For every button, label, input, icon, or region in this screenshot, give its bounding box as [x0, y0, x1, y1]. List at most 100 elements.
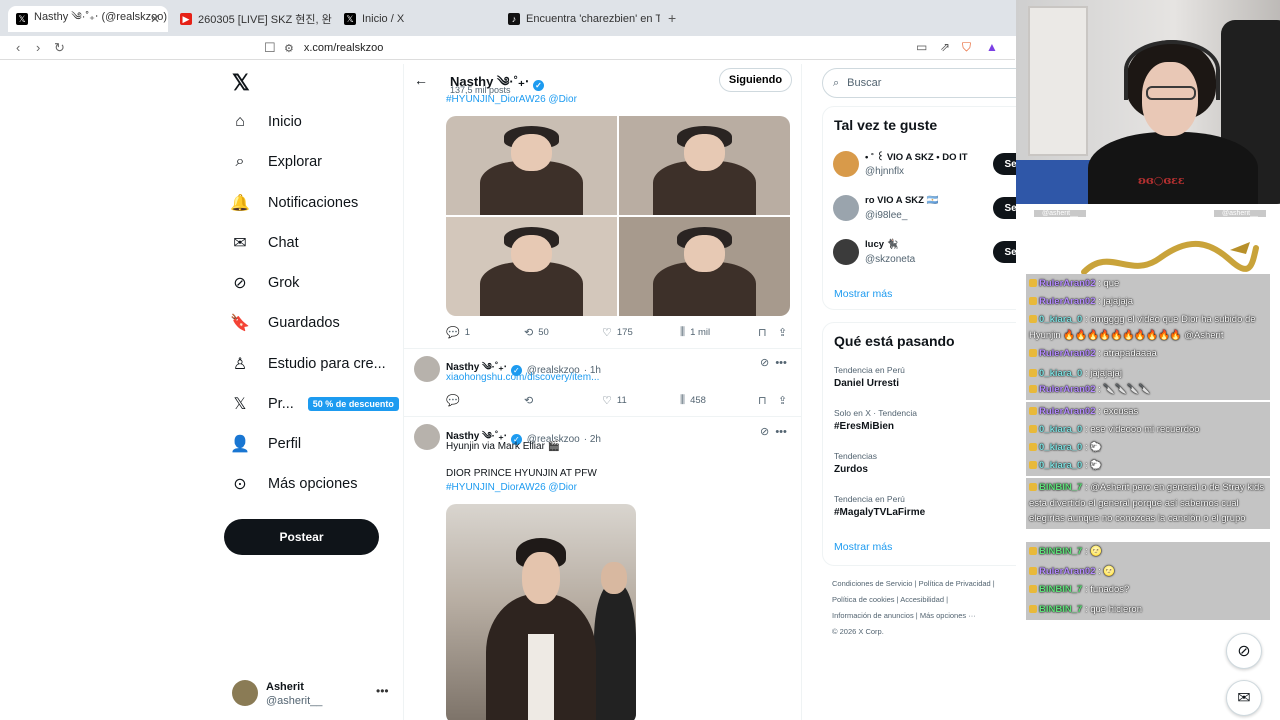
- trend-item[interactable]: Solo en X · Tendencia #EresMiBien: [834, 408, 1014, 432]
- suggestion-item[interactable]: • ˚ ꒰ VIO A SKZ • DO IT @hjnnflx Seguir: [833, 151, 1016, 183]
- suggestion-item[interactable]: ro VIO A SKZ 🇦🇷 @i98lee_ Seguir: [833, 195, 1016, 227]
- nav-item-grok[interactable]: ⊘ Grok: [230, 268, 299, 298]
- tweet-time[interactable]: · 2h: [584, 434, 601, 445]
- nav-item-guardados[interactable]: 🔖 Guardados: [230, 308, 340, 338]
- chat-username: 0_kiara_0: [1039, 460, 1083, 471]
- tweet-hashtags[interactable]: #HYUNJIN_DiorAW26 @Dior: [446, 94, 577, 105]
- chat-username: 0_kiara_0: [1039, 424, 1083, 435]
- messages-floating-button[interactable]: ✉: [1226, 680, 1262, 716]
- show-more-link[interactable]: Mostrar más: [834, 541, 892, 553]
- site-info-icon[interactable]: ⚙: [284, 42, 294, 55]
- nav-item-estudio[interactable]: ♙ Estudio para cre...: [230, 349, 386, 379]
- account-switcher[interactable]: Asherit @asherit__ •••: [232, 680, 392, 710]
- x-logo-icon: 𝕏: [233, 396, 247, 413]
- url-field[interactable]: ⚙ x.com/realskzoo: [284, 38, 904, 58]
- tweet-photo-grid[interactable]: [446, 116, 790, 316]
- repost-count: 50: [538, 327, 549, 338]
- repost-button[interactable]: ⟲ 50: [524, 326, 549, 339]
- footer-link[interactable]: Información de anuncios: [832, 611, 914, 620]
- following-button[interactable]: Siguiendo: [719, 68, 792, 92]
- nav-label: Chat: [268, 235, 299, 251]
- brave-shield-icon[interactable]: ⛉: [962, 40, 971, 55]
- tweet-photo[interactable]: [619, 217, 790, 316]
- reload-icon[interactable]: ↻: [54, 40, 65, 56]
- footer-link[interactable]: Política de Privacidad: [919, 579, 991, 588]
- nav-item-premium[interactable]: 𝕏 Pr... 50 % de descuento: [230, 389, 399, 419]
- grok-icon[interactable]: ⊘ •••: [760, 425, 787, 438]
- tab-youtube-live[interactable]: ▶ 260305 [LIVE] SKZ 현진, 완벽 조각미: [172, 6, 332, 32]
- chat-message: BINBIN_7 : @Asherit pero en general o de…: [1026, 478, 1270, 529]
- post-button[interactable]: Postear: [224, 519, 379, 555]
- bookmark-icon[interactable]: ☐: [264, 40, 276, 56]
- discount-badge: 50 % de descuento: [307, 397, 399, 411]
- cast-icon[interactable]: ▭: [916, 40, 927, 54]
- like-button[interactable]: ♡ 175: [602, 326, 633, 339]
- nav-item-perfil[interactable]: 👤 Perfil: [230, 429, 301, 459]
- new-tab-button[interactable]: +: [668, 10, 676, 26]
- grok-floating-button[interactable]: ⊘: [1226, 633, 1262, 669]
- forward-icon[interactable]: ›: [36, 40, 40, 55]
- right-sidebar: ⌕ Buscar Tal vez te guste • ˚ ꒰ VIO A SK…: [802, 64, 1016, 720]
- back-icon[interactable]: ‹: [16, 40, 20, 55]
- tweet-hashtags[interactable]: #HYUNJIN_DiorAW26 @Dior: [446, 482, 577, 493]
- x-logo-icon[interactable]: 𝕏: [232, 70, 250, 96]
- who-to-follow-panel: Tal vez te guste • ˚ ꒰ VIO A SKZ • DO IT…: [822, 106, 1016, 310]
- tweet-link[interactable]: xiaohongshu.com/discovery/item...: [446, 372, 599, 383]
- nav-item-mas-opciones[interactable]: ⊙ Más opciones: [230, 469, 357, 499]
- follow-button[interactable]: Seguir: [993, 153, 1016, 175]
- trend-context: Tendencia en Perú: [834, 365, 905, 375]
- suggestion-item[interactable]: lucy 🐈‍⬛ @skzoneta Seguir: [833, 239, 1016, 271]
- avatar[interactable]: [414, 424, 440, 450]
- tweet-divider: [404, 416, 802, 417]
- search-input[interactable]: ⌕ Buscar: [822, 68, 1016, 98]
- tab-nasthy-profile[interactable]: 𝕏 Nasthy ༄·˚₊‧ (@realskzoo) / X ✕: [8, 6, 168, 32]
- trend-item[interactable]: Tendencia en Perú Daniel Urresti: [834, 365, 1014, 389]
- nav-item-notificaciones[interactable]: 🔔 Notificaciones: [230, 188, 358, 218]
- tab-tiktok[interactable]: ♪ Encuentra 'charezbien' en TikTok | Bu: [500, 6, 660, 32]
- tweet-photo[interactable]: [619, 116, 790, 215]
- follow-button[interactable]: Seguir: [993, 241, 1016, 263]
- share-button[interactable]: ⇪: [778, 326, 792, 339]
- tab-x-home[interactable]: 𝕏 Inicio / X: [336, 6, 496, 32]
- tweet-photo[interactable]: [446, 504, 636, 720]
- views-button[interactable]: ⫼ 458: [680, 394, 706, 407]
- creator-studio-icon: ♙: [232, 356, 248, 373]
- follow-button[interactable]: Seguir: [993, 197, 1016, 219]
- suggestion-handle: @i98lee_: [865, 210, 908, 221]
- badge-icon: [1029, 369, 1037, 377]
- tweet-photo[interactable]: [446, 116, 617, 215]
- back-arrow-icon[interactable]: ←: [414, 72, 428, 88]
- trend-item[interactable]: Tendencias Zurdos: [834, 451, 1014, 475]
- footer-link[interactable]: Accesibilidad: [900, 595, 944, 604]
- share-icon[interactable]: ⇗: [940, 40, 950, 54]
- grok-icon[interactable]: ⊘ •••: [760, 356, 787, 369]
- views-icon: ⫼: [680, 394, 686, 406]
- tweet-photo[interactable]: [446, 217, 617, 316]
- share-button[interactable]: ⇪: [778, 394, 792, 407]
- chat-message: RulerAran02 : atrapadaaaa: [1026, 344, 1270, 364]
- left-navigation: 𝕏 ⌂ Inicio ⌕ Explorar 🔔 Notificaciones ✉…: [224, 64, 404, 720]
- nav-item-chat[interactable]: ✉ Chat: [230, 228, 299, 258]
- brave-rewards-icon[interactable]: ▲: [986, 40, 998, 54]
- bookmark-icon: ⊓: [758, 395, 767, 407]
- footer-link[interactable]: Política de cookies: [832, 595, 895, 604]
- avatar[interactable]: [414, 356, 440, 382]
- footer-link[interactable]: Más opciones ···: [920, 611, 976, 620]
- repost-button[interactable]: ⟲: [524, 394, 538, 407]
- nav-item-explorar[interactable]: ⌕ Explorar: [230, 147, 322, 177]
- close-icon[interactable]: ✕: [150, 12, 160, 26]
- more-dots-icon[interactable]: •••: [376, 684, 389, 698]
- footer-link[interactable]: Condiciones de Servicio: [832, 579, 912, 588]
- like-button[interactable]: ♡ 11: [602, 394, 627, 407]
- views-button[interactable]: ⫼ 1 mil: [680, 326, 710, 339]
- nav-label: Estudio para cre...: [268, 356, 386, 372]
- reply-button[interactable]: 💬 1: [446, 326, 470, 339]
- nav-item-inicio[interactable]: ⌂ Inicio: [230, 107, 302, 137]
- chat-username: BINBIN_7: [1039, 584, 1083, 595]
- repost-icon: ⟲: [524, 327, 534, 339]
- trend-item[interactable]: Tendencia en Perú #MagalyTVLaFirme: [834, 494, 1014, 518]
- bookmark-button[interactable]: ⊓: [758, 394, 772, 407]
- reply-button[interactable]: 💬: [446, 394, 465, 407]
- bookmark-button[interactable]: ⊓: [758, 326, 772, 339]
- show-more-link[interactable]: Mostrar más: [834, 288, 892, 300]
